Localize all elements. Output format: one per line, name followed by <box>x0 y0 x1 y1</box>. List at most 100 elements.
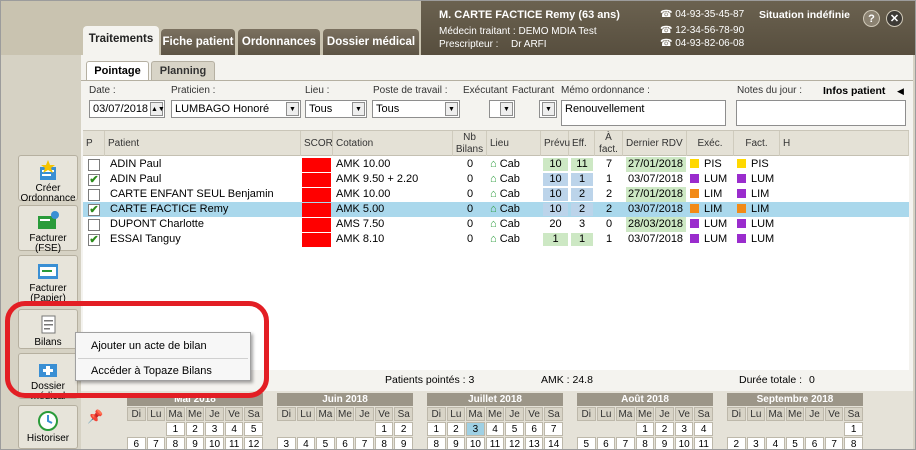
calendar-day[interactable]: 10 <box>205 437 224 449</box>
calendar-day[interactable]: 4 <box>766 437 785 449</box>
calendar-day[interactable]: 6 <box>805 437 824 449</box>
notes-field[interactable] <box>736 100 906 126</box>
col-cotation[interactable]: Cotation <box>333 131 453 156</box>
col-a-fact[interactable]: À fact. <box>595 131 623 156</box>
collapse-arrow-icon[interactable]: ◀ <box>897 86 904 97</box>
calendar-day[interactable]: 11 <box>694 437 713 449</box>
calendar-day[interactable]: 7 <box>616 437 635 449</box>
calendar-day[interactable]: 2 <box>185 422 205 436</box>
row-checkbox[interactable] <box>88 159 100 171</box>
chevron-down-icon[interactable]: ▼ <box>542 102 555 116</box>
calendar-day[interactable]: 8 <box>427 437 446 449</box>
calendar-day[interactable]: 4 <box>694 422 713 436</box>
row-checkbox[interactable] <box>88 219 100 231</box>
col-eff[interactable]: Eff. <box>569 131 595 156</box>
calendar-day[interactable]: 12 <box>505 437 524 449</box>
calendar-day[interactable]: 1 <box>635 422 655 436</box>
calendar-day[interactable]: 8 <box>635 437 655 449</box>
col-h[interactable]: H <box>780 131 909 156</box>
poste-select[interactable]: Tous ▼ <box>372 100 460 118</box>
calendar-day[interactable]: 9 <box>655 437 674 449</box>
calendar-month-title[interactable]: Juillet 2018 <box>427 393 563 406</box>
calendar-day[interactable]: 3 <box>277 437 296 449</box>
lieu-select[interactable]: Tous ▼ <box>305 100 367 118</box>
pin-icon[interactable]: 📌 <box>87 409 103 425</box>
calendar-day[interactable]: 3 <box>205 422 224 436</box>
row-checkbox[interactable]: ✔ <box>88 174 100 186</box>
calendar-day[interactable]: 2 <box>394 422 413 436</box>
calendar-day[interactable]: 6 <box>596 437 616 449</box>
calendar-month-title[interactable]: Juin 2018 <box>277 393 413 406</box>
memo-field[interactable]: Renouvellement <box>561 100 726 126</box>
calendar-month-title[interactable]: Août 2018 <box>577 393 713 406</box>
calendar-day[interactable]: 12 <box>244 437 263 449</box>
calendar-day[interactable]: 5 <box>244 422 263 436</box>
table-row[interactable]: ADIN Paul AMK 10.00 0 ⌂ Cab 10 11 7 27/01/2018 P… <box>83 157 909 172</box>
calendar-day[interactable]: 9 <box>394 437 413 449</box>
calendar-day[interactable]: 11 <box>224 437 244 449</box>
table-row[interactable]: CARTE ENFANT SEUL Benjamin AMK 10.00 0 ⌂ Ca… <box>83 187 909 202</box>
chevron-down-icon[interactable]: ▼ <box>286 102 299 116</box>
col-fact[interactable]: Fact. <box>734 131 780 156</box>
tab-fiche-patient[interactable]: Fiche patient <box>161 29 235 55</box>
calendar-day[interactable]: 2 <box>655 422 674 436</box>
calendar-day[interactable]: 1 <box>844 422 863 436</box>
calendar-day[interactable]: 3 <box>674 422 694 436</box>
calendar-day[interactable]: 5 <box>316 437 335 449</box>
tab-traitements[interactable]: Traitements <box>83 26 159 55</box>
calendar-day[interactable]: 4 <box>296 437 316 449</box>
facturant-select[interactable]: ▼ <box>539 100 557 118</box>
calendar-day[interactable]: 3 <box>466 422 485 436</box>
col-patient[interactable]: Patient <box>105 131 301 156</box>
calendar-day[interactable]: 11 <box>485 437 505 449</box>
calendar-day[interactable]: 2 <box>727 437 746 449</box>
col-p[interactable]: P <box>83 131 105 156</box>
calendar-day[interactable]: 13 <box>524 437 544 449</box>
calendar-day[interactable]: 3 <box>746 437 766 449</box>
subtab-planning[interactable]: Planning <box>151 61 215 80</box>
calendar-month-title[interactable]: Septembre 2018 <box>727 393 863 406</box>
tab-dossier-medical[interactable]: Dossier médical <box>323 29 419 55</box>
calendar-day[interactable]: 7 <box>146 437 166 449</box>
chevron-down-icon[interactable]: ▼ <box>500 102 513 116</box>
calendar-day[interactable]: 6 <box>335 437 355 449</box>
calendar-day[interactable]: 8 <box>374 437 394 449</box>
calendar-day[interactable]: 2 <box>446 422 466 436</box>
col-lieu[interactable]: Lieu <box>487 131 541 156</box>
calendar-day[interactable]: 8 <box>166 437 185 449</box>
calendar-day[interactable]: 4 <box>485 422 505 436</box>
infos-patient-button[interactable]: Infos patient <box>823 85 885 97</box>
calendar-day[interactable]: 10 <box>674 437 694 449</box>
col-scor[interactable]: SCOR <box>301 131 333 156</box>
calendar-day[interactable]: 8 <box>844 437 863 449</box>
calendar-day[interactable]: 5 <box>505 422 524 436</box>
col-prevu[interactable]: Prévu <box>541 131 570 156</box>
calendar-day[interactable]: 5 <box>785 437 805 449</box>
calendar-day[interactable]: 1 <box>374 422 394 436</box>
executant-select[interactable]: ▼ <box>489 100 515 118</box>
calendar-day[interactable]: 7 <box>544 422 563 436</box>
col-dernier-rdv[interactable]: Dernier RDV <box>623 131 687 156</box>
calendar-day[interactable]: 6 <box>127 437 146 449</box>
create-prescription-button[interactable]: Créer Ordonnance <box>18 155 78 204</box>
table-row[interactable]: DUPONT Charlotte AMS 7.50 0 ⌂ Cab 20 3 0 28/03/… <box>83 217 909 232</box>
calendar-day[interactable]: 10 <box>466 437 485 449</box>
calendar-day[interactable]: 6 <box>524 422 544 436</box>
subtab-pointage[interactable]: Pointage <box>86 61 149 80</box>
close-button[interactable]: ✕ <box>886 10 903 27</box>
table-row[interactable]: ✔ ESSAI Tanguy AMK 8.10 0 ⌂ Cab 1 1 1 03/07/2018… <box>83 232 909 247</box>
calendar-day[interactable]: 14 <box>544 437 563 449</box>
col-exec[interactable]: Exéc. <box>687 131 734 156</box>
praticien-select[interactable]: LUMBAGO Honoré ▼ <box>171 100 301 118</box>
history-button[interactable]: Historiser <box>18 405 78 449</box>
calendar-day[interactable]: 7 <box>355 437 374 449</box>
date-spinner-icon[interactable]: ▲▼ <box>150 102 164 116</box>
calendar-day[interactable]: 9 <box>185 437 205 449</box>
table-row[interactable]: ✔ CARTE FACTICE Remy AMK 5.00 0 ⌂ Cab 10 2 2 03/… <box>83 202 909 217</box>
date-field[interactable]: 03/07/2018 ▲▼ <box>89 100 165 118</box>
row-checkbox[interactable]: ✔ <box>88 234 100 246</box>
tab-ordonnances[interactable]: Ordonnances <box>238 29 320 55</box>
invoice-fse-button[interactable]: Facturer (FSE) <box>18 205 78 254</box>
invoice-paper-button[interactable]: Facturer (Papier) <box>18 255 78 305</box>
calendar-day[interactable]: 7 <box>824 437 844 449</box>
